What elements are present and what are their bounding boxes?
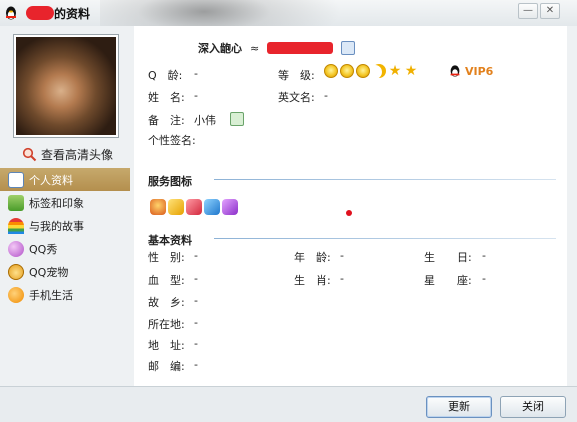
diamond-purple-icon[interactable] <box>222 199 238 215</box>
avatar-frame <box>13 34 119 138</box>
star-icon: ★ <box>404 63 418 79</box>
sun-icon <box>356 64 370 78</box>
address-label: 地 址: <box>148 339 185 352</box>
edit-remark-icon[interactable] <box>230 112 244 126</box>
id-card-icon <box>8 171 24 188</box>
name-label: 姓 名: <box>148 91 185 104</box>
sidebar-item-qq-pet[interactable]: QQ宠物 <box>0 260 134 283</box>
level-icons[interactable]: ★ ★ <box>324 64 418 78</box>
rainbow-icon <box>8 217 24 234</box>
contact-card-icon[interactable] <box>341 41 356 55</box>
birthday-value: - <box>482 249 486 262</box>
redacted-name <box>26 6 54 20</box>
sidebar-item-label: 个人资料 <box>29 173 73 187</box>
gender-value: - <box>194 249 198 262</box>
star-icon: ★ <box>388 63 402 79</box>
signature-label: 个性签名: <box>148 134 196 147</box>
view-hd-avatar-label: 查看高清头像 <box>41 147 114 162</box>
hometown-value: - <box>194 294 198 307</box>
sidebar-item-qq-show[interactable]: QQ秀 <box>0 237 134 260</box>
remark-value: 小伟 <box>194 114 216 127</box>
postcode-value: - <box>194 358 198 371</box>
age-label: 年 龄: <box>294 251 331 264</box>
section-divider <box>214 179 556 180</box>
location-label: 所在地: <box>148 318 185 331</box>
constellation-value: - <box>482 272 486 285</box>
english-name-label: 英文名: <box>278 91 315 104</box>
service-icons-heading: 服务图标 <box>148 175 192 188</box>
level-label: 等 级: <box>278 69 315 82</box>
zodiac-value: - <box>340 272 344 285</box>
profile-content: 深入龅心 ≈ Q 龄: - 等 级: ★ ★ VIP6 姓 名: - 英文名: … <box>134 26 567 386</box>
left-panel: 查看高清头像 个人资料 标签和印象 与我的故事 QQ秀 QQ宠物 手机生活 <box>0 26 134 386</box>
sidebar-item-label: QQ秀 <box>29 242 58 256</box>
birthday-label: 生 日: <box>424 251 472 264</box>
sidebar-item-tags[interactable]: 标签和印象 <box>0 191 134 214</box>
qq-show-icon <box>8 240 24 257</box>
approx-symbol: ≈ <box>250 41 260 55</box>
sun-icon <box>340 64 354 78</box>
phone-check-icon <box>8 286 24 303</box>
zodiac-label: 生 肖: <box>294 274 331 287</box>
blood-type-value: - <box>194 272 198 285</box>
sidebar-nav: 个人资料 标签和印象 与我的故事 QQ秀 QQ宠物 手机生活 <box>0 168 134 306</box>
diamond-yellow-icon[interactable] <box>168 199 184 215</box>
view-hd-avatar-link[interactable]: 查看高清头像 <box>22 146 113 162</box>
close-button[interactable]: 关闭 <box>500 396 566 418</box>
qq-age-label: Q 龄: <box>148 69 183 82</box>
sidebar-item-label: 与我的故事 <box>29 219 84 233</box>
service-icons <box>150 199 238 215</box>
qq-game-icon[interactable] <box>150 199 166 215</box>
nickname-row: 深入龅心 ≈ <box>198 40 356 56</box>
remark-label: 备 注: <box>148 114 185 127</box>
location-value: - <box>194 316 198 329</box>
diamond-blue-icon[interactable] <box>204 199 220 215</box>
moon-icon <box>372 64 386 78</box>
sidebar-item-label: 标签和印象 <box>29 196 84 210</box>
diamond-red-icon[interactable] <box>186 199 202 215</box>
sidebar-item-label: QQ宠物 <box>29 265 69 279</box>
gender-label: 性 别: <box>148 251 185 264</box>
qq-penguin-icon <box>6 6 16 20</box>
basic-info-heading: 基本资料 <box>148 234 192 247</box>
scrollbar[interactable] <box>567 26 577 386</box>
address-value: - <box>194 337 198 350</box>
sun-icon <box>324 64 338 78</box>
tag-icon <box>8 194 24 211</box>
sidebar-item-mobile-life[interactable]: 手机生活 <box>0 283 134 306</box>
magnifier-icon <box>22 147 37 161</box>
vip-badge[interactable]: VIP6 <box>448 64 493 78</box>
name-value: - <box>194 89 198 102</box>
notification-dot <box>346 210 352 216</box>
constellation-label: 星 座: <box>424 274 472 287</box>
nickname: 深入龅心 <box>198 42 242 55</box>
english-name-value: - <box>324 89 328 102</box>
vip-level-text: VIP6 <box>465 64 494 78</box>
title-bar: 的资料 — ✕ <box>0 0 577 58</box>
sidebar-item-personal-info[interactable]: 个人资料 <box>0 168 130 191</box>
redacted-qq-number <box>267 42 334 54</box>
qq-age-value: - <box>194 67 198 80</box>
pet-icon <box>8 263 24 280</box>
blood-type-label: 血 型: <box>148 274 185 287</box>
sidebar-item-label: 手机生活 <box>29 288 73 302</box>
bottom-bar: 更新 关闭 <box>0 386 577 422</box>
postcode-label: 邮 编: <box>148 360 185 373</box>
update-button[interactable]: 更新 <box>426 396 492 418</box>
age-value: - <box>340 249 344 262</box>
window-title: 的资料 <box>54 7 91 21</box>
section-divider <box>214 238 556 239</box>
sidebar-item-story[interactable]: 与我的故事 <box>0 214 134 237</box>
avatar[interactable] <box>16 37 116 135</box>
minimize-button[interactable]: — <box>518 3 538 19</box>
hometown-label: 故 乡: <box>148 296 185 309</box>
close-window-button[interactable]: ✕ <box>540 3 560 19</box>
vip-penguin-icon <box>450 65 460 77</box>
